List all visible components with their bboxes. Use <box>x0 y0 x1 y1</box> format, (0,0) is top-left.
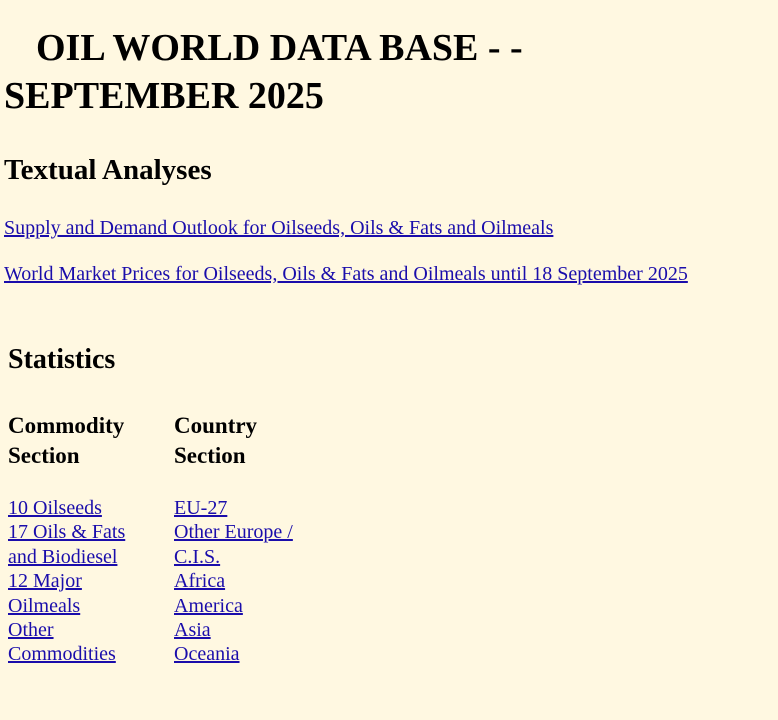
list-item: EU-27 <box>174 496 334 520</box>
page-title-line-2: SEPTEMBER 2025 <box>4 75 324 117</box>
oilseeds-link[interactable]: 10 Oilseeds <box>8 496 148 520</box>
other-commodities-link[interactable]: Other Commodities <box>8 618 148 667</box>
statistics-heading: Statistics <box>8 344 116 375</box>
oils-fats-link-text-1: 17 Oils & Fats <box>8 521 126 544</box>
list-item: Asia <box>174 618 334 642</box>
asia-link-text: Asia <box>174 619 211 642</box>
other-europe-link-text-1: Other Europe / <box>174 521 293 544</box>
asia-link[interactable]: Asia <box>174 618 334 642</box>
country-section-heading: Country Section <box>174 411 334 471</box>
other-europe-link-text-2: C.I.S. <box>174 545 221 568</box>
commodity-link-list: 10 Oilseeds 17 Oils & Fats and Biodiesel … <box>8 496 148 667</box>
oilmeals-link-text-2: Oilmeals <box>8 594 81 617</box>
oilseeds-link-text: 10 Oilseeds <box>8 497 102 519</box>
country-link-list: EU-27 Other Europe / C.I.S. Africa Americ… <box>174 496 334 667</box>
oceania-link[interactable]: Oceania <box>174 642 334 666</box>
commodity-heading-line-1: Commodity <box>8 413 125 438</box>
page-title: OIL WORLD DATA BASE - - SEPTEMBER 2025 <box>4 24 764 120</box>
list-item: Oceania <box>174 642 334 666</box>
other-europe-cis-link[interactable]: Other Europe / C.I.S. <box>174 520 334 569</box>
america-link-text: America <box>174 594 243 617</box>
oceania-link-text: Oceania <box>174 643 240 666</box>
page-title-line-1: OIL WORLD DATA BASE - - <box>36 27 523 69</box>
commodity-section-heading: Commodity Section <box>8 411 168 471</box>
supply-demand-outlook-link[interactable]: Supply and Demand Outlook for Oilseeds, … <box>4 216 553 240</box>
list-item: 12 Major Oilmeals <box>8 569 148 618</box>
list-item: 17 Oils & Fats and Biodiesel <box>8 520 148 569</box>
major-oilmeals-link[interactable]: 12 Major Oilmeals <box>8 569 148 618</box>
africa-link-text: Africa <box>174 570 226 593</box>
eu-27-link[interactable]: EU-27 <box>174 496 334 520</box>
oils-fats-link-text-2: and Biodiesel <box>8 545 118 568</box>
other-commodities-link-text-1: Other <box>8 619 54 642</box>
commodity-heading-line-2: Section <box>8 443 80 468</box>
oils-fats-biodiesel-link[interactable]: 17 Oils & Fats and Biodiesel <box>8 520 148 569</box>
oilmeals-link-text-1: 12 Major <box>8 570 82 593</box>
list-item: Other Europe / C.I.S. <box>174 520 334 569</box>
list-item: America <box>174 594 334 618</box>
other-commodities-link-text-2: Commodities <box>8 643 116 666</box>
world-market-prices-link[interactable]: World Market Prices for Oilseeds, Oils &… <box>4 262 688 286</box>
list-item: Other Commodities <box>8 618 148 667</box>
country-heading-line-1: Country <box>174 413 258 438</box>
eu-27-link-text: EU-27 <box>174 497 228 519</box>
list-item: Africa <box>174 569 334 593</box>
country-heading-line-2: Section <box>174 443 246 468</box>
textual-analyses-heading: Textual Analyses <box>4 154 212 186</box>
list-item: 10 Oilseeds <box>8 496 148 520</box>
america-link[interactable]: America <box>174 594 334 618</box>
africa-link[interactable]: Africa <box>174 569 334 593</box>
